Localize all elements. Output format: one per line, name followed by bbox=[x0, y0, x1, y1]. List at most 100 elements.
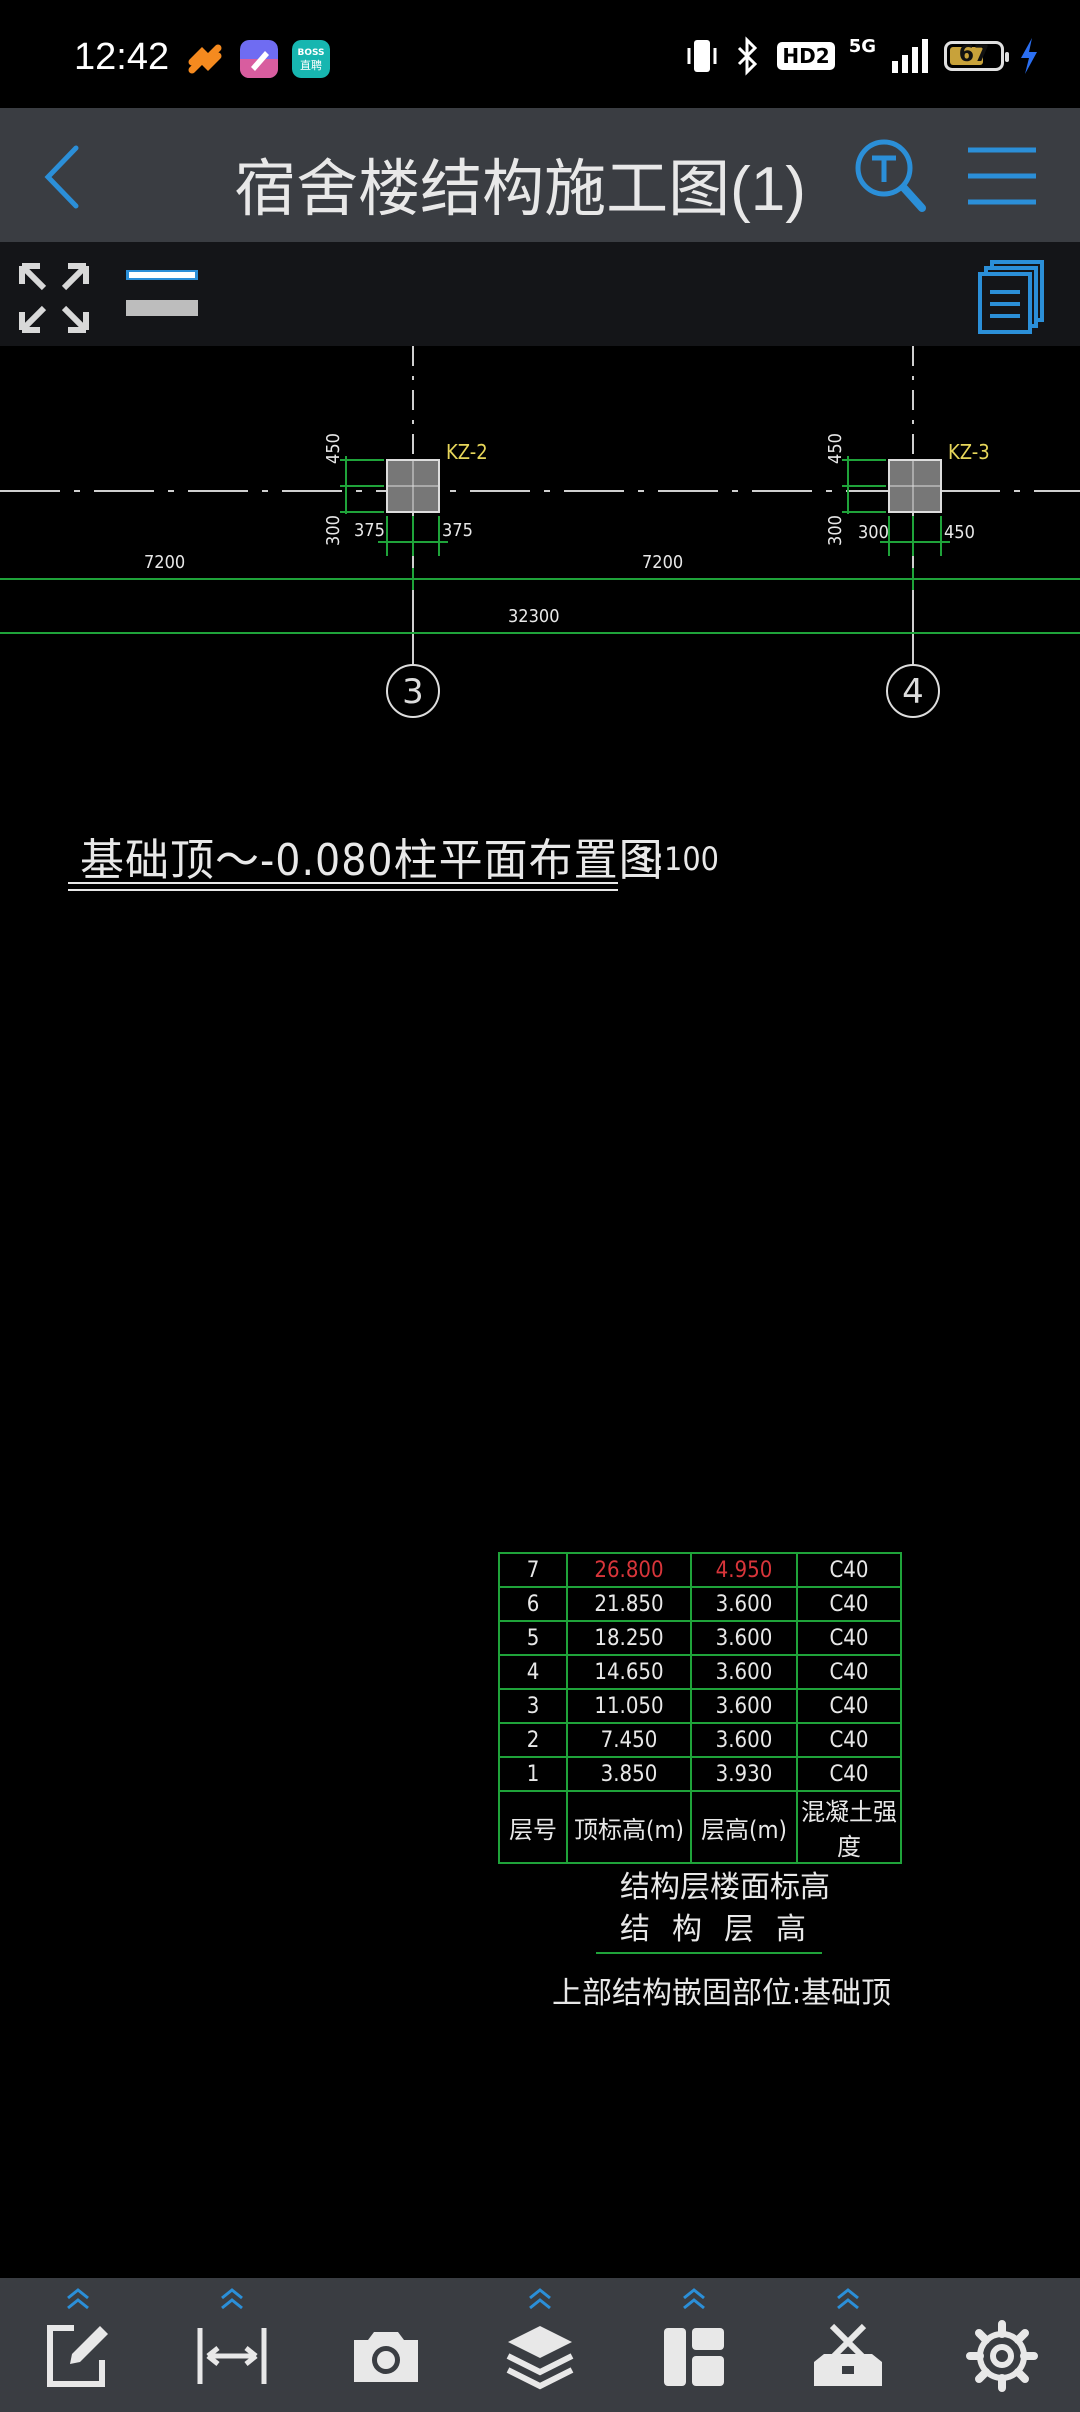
toolbox-tool-button[interactable] bbox=[788, 2278, 908, 2412]
grade-cell: C40 bbox=[796, 1552, 902, 1588]
status-icons: HD2 5G 67 bbox=[685, 36, 1040, 76]
vibrate-icon bbox=[687, 40, 717, 72]
height-cell: 3.600 bbox=[690, 1620, 798, 1656]
floor-cell: 4 bbox=[498, 1654, 568, 1690]
table-header-cell: 层号 bbox=[498, 1790, 568, 1864]
charging-icon bbox=[1021, 38, 1037, 74]
caption-underline bbox=[596, 1952, 822, 1954]
cad-drawing-canvas[interactable]: KZ-2 KZ-3 450 300 375 375 450 300 300 45… bbox=[0, 346, 1080, 2278]
elevation-cell: 14.650 bbox=[566, 1654, 692, 1690]
floor-cell: 1 bbox=[498, 1756, 568, 1792]
dim-label: 450 bbox=[322, 433, 344, 464]
boss-app-icon: BOSS 直聘 bbox=[292, 40, 330, 78]
signal-icon bbox=[892, 39, 928, 73]
table-header-cell: 层高(m) bbox=[690, 1790, 798, 1864]
back-icon[interactable] bbox=[36, 142, 92, 212]
grade-cell: C40 bbox=[796, 1586, 902, 1622]
span-dimension-right: 7200 bbox=[642, 552, 684, 573]
table-row: 5 18.250 3.600 C40 bbox=[498, 1620, 902, 1656]
camera-icon bbox=[354, 2332, 418, 2382]
table-header-cell: 顶标高(m) bbox=[566, 1790, 692, 1864]
view-toolbar bbox=[0, 242, 1080, 346]
page-title: 宿舍楼结构施工图(1) bbox=[234, 155, 806, 224]
grade-cell: C40 bbox=[796, 1756, 902, 1792]
floor-cell: 6 bbox=[498, 1586, 568, 1622]
dim-label: 450 bbox=[824, 433, 846, 464]
expand-up-icon bbox=[67, 2288, 89, 2310]
column-label-kz3: KZ-3 bbox=[948, 440, 990, 464]
line-weight-icon[interactable] bbox=[124, 264, 200, 324]
axis-marker-3: 3 bbox=[386, 664, 440, 718]
bluetooth-icon bbox=[738, 36, 758, 76]
status-bar: 12:42 BOSS 直聘 HD2 5G 67 bbox=[0, 0, 1080, 108]
floor-cell: 2 bbox=[498, 1722, 568, 1758]
layers-icon bbox=[506, 2326, 574, 2390]
text-search-icon[interactable] bbox=[852, 136, 926, 214]
clock: 12:42 bbox=[74, 36, 170, 78]
elevation-cell: 3.850 bbox=[566, 1756, 692, 1792]
bottom-toolbar bbox=[0, 2278, 1080, 2412]
elevation-cell: 7.450 bbox=[566, 1722, 692, 1758]
table-row: 1 3.850 3.930 C40 bbox=[498, 1756, 902, 1792]
cad-linework bbox=[0, 346, 1080, 891]
dim-label: 300 bbox=[322, 515, 344, 546]
height-cell: 3.930 bbox=[690, 1756, 798, 1792]
dim-label: 300 bbox=[824, 515, 846, 546]
layout-icon bbox=[664, 2328, 724, 2386]
gear-icon bbox=[966, 2320, 1038, 2392]
table-row: 6 21.850 3.600 C40 bbox=[498, 1586, 902, 1622]
table-row: 2 7.450 3.600 C40 bbox=[498, 1722, 902, 1758]
table-row: 7 26.800 4.950 C40 bbox=[498, 1552, 902, 1588]
toolbox-icon bbox=[814, 2323, 882, 2386]
camera-tool-button[interactable] bbox=[326, 2278, 446, 2412]
table-row: 3 11.050 3.600 C40 bbox=[498, 1688, 902, 1724]
app-notification-icon-1 bbox=[188, 44, 222, 74]
floor-cell: 7 bbox=[498, 1552, 568, 1588]
expand-up-icon bbox=[837, 2288, 859, 2310]
table-caption-1: 结构层楼面标高 bbox=[620, 1870, 830, 1905]
layers-tool-button[interactable] bbox=[480, 2278, 600, 2412]
axis-marker-4: 4 bbox=[886, 664, 940, 718]
table-header-cell: 混凝土强度 bbox=[796, 1790, 902, 1864]
expand-up-icon bbox=[221, 2288, 243, 2310]
height-cell: 4.950 bbox=[690, 1552, 798, 1588]
floor-elevation-table: 7 26.800 4.950 C40 6 21.850 3.600 C40 5 … bbox=[498, 1552, 902, 1864]
floor-cell: 5 bbox=[498, 1620, 568, 1656]
svg-text:直聘: 直聘 bbox=[300, 58, 322, 72]
measure-distance-icon bbox=[197, 2328, 267, 2384]
dim-label: 300 bbox=[858, 522, 889, 543]
network-type: 5G bbox=[848, 35, 876, 57]
embedding-note: 上部结构嵌固部位:基础顶 bbox=[552, 1976, 892, 2011]
settings-button[interactable] bbox=[942, 2278, 1062, 2412]
elevation-cell: 18.250 bbox=[566, 1620, 692, 1656]
dim-label: 450 bbox=[944, 522, 975, 543]
app-header: 宿舍楼结构施工图(1) bbox=[0, 108, 1080, 242]
grade-cell: C40 bbox=[796, 1722, 902, 1758]
grade-cell: C40 bbox=[796, 1654, 902, 1690]
height-cell: 3.600 bbox=[690, 1688, 798, 1724]
grade-cell: C40 bbox=[796, 1688, 902, 1724]
elevation-cell: 26.800 bbox=[566, 1552, 692, 1588]
hd-badge: HD2 bbox=[777, 42, 835, 70]
layout-tool-button[interactable] bbox=[634, 2278, 754, 2412]
svg-text:BOSS: BOSS bbox=[297, 48, 324, 58]
expand-up-icon bbox=[683, 2288, 705, 2310]
height-cell: 3.600 bbox=[690, 1654, 798, 1690]
height-cell: 3.600 bbox=[690, 1586, 798, 1622]
edit-note-icon bbox=[47, 2325, 108, 2387]
measure-tool-button[interactable] bbox=[172, 2278, 292, 2412]
plan-title: 基础顶～-0.080柱平面布置图 bbox=[80, 835, 664, 886]
drawing-scale: 1:100 bbox=[636, 840, 719, 878]
fullscreen-icon[interactable] bbox=[18, 262, 90, 334]
menu-icon[interactable] bbox=[966, 144, 1038, 208]
dim-label: 375 bbox=[442, 520, 473, 541]
elevation-cell: 11.050 bbox=[566, 1688, 692, 1724]
grade-cell: C40 bbox=[796, 1620, 902, 1656]
column-label-kz2: KZ-2 bbox=[446, 440, 488, 464]
drawing-list-icon[interactable] bbox=[976, 260, 1048, 336]
height-cell: 3.600 bbox=[690, 1722, 798, 1758]
floor-cell: 3 bbox=[498, 1688, 568, 1724]
battery-level: 67 bbox=[958, 42, 990, 67]
annotate-tool-button[interactable] bbox=[18, 2278, 138, 2412]
table-row: 4 14.650 3.600 C40 bbox=[498, 1654, 902, 1690]
